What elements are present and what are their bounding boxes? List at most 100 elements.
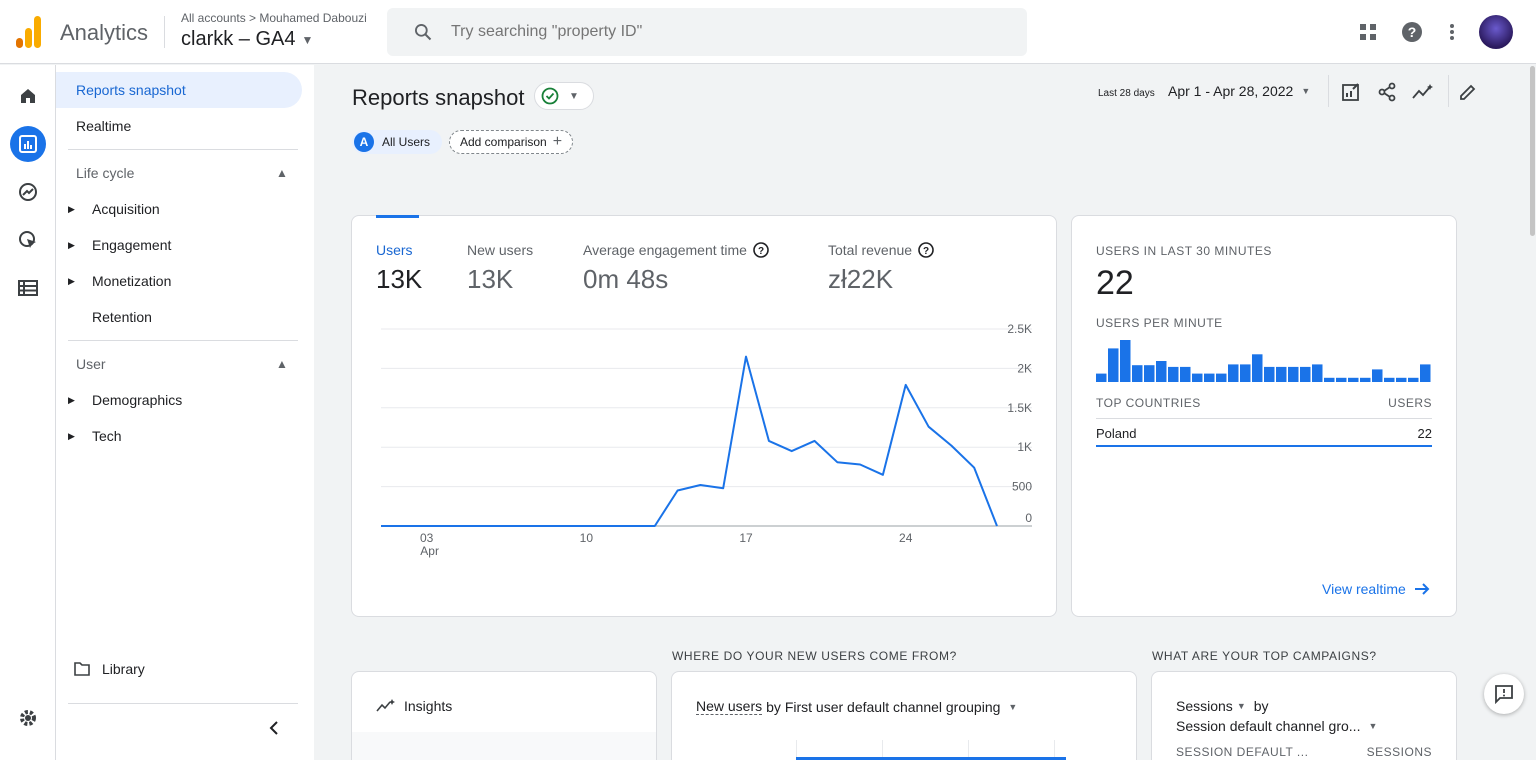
- chevron-up-icon[interactable]: ▲: [276, 357, 288, 371]
- edit-pencil-icon[interactable]: [1456, 80, 1480, 104]
- left-rail: [0, 65, 56, 760]
- series-line-users: [381, 355, 998, 527]
- reports-icon[interactable]: [10, 126, 46, 162]
- feedback-button[interactable]: [1484, 674, 1524, 714]
- realtime-title: USERS IN LAST 30 MINUTES: [1096, 244, 1272, 258]
- nav-item-library[interactable]: Library: [74, 661, 145, 677]
- minute-bar: [1252, 354, 1263, 382]
- breadcrumb-all-accounts[interactable]: All accounts: [181, 11, 246, 25]
- section-header-new-users: WHERE DO YOUR NEW USERS COME FROM?: [672, 649, 957, 663]
- expand-arrow-icon[interactable]: ▶: [68, 276, 75, 287]
- search-bar[interactable]: [387, 8, 1027, 56]
- expand-arrow-icon[interactable]: ▶: [68, 204, 75, 215]
- nav-item-engagement[interactable]: Engagement: [92, 237, 171, 253]
- dimension-selector[interactable]: by First user default channel grouping: [766, 699, 1000, 715]
- analytics-logo[interactable]: [16, 16, 42, 48]
- customize-report-icon[interactable]: [1339, 80, 1363, 104]
- scrollbar-thumb[interactable]: [1530, 66, 1535, 236]
- nav-item-monetization[interactable]: Monetization: [92, 273, 171, 289]
- all-users-chip[interactable]: A All Users: [352, 130, 443, 154]
- configure-icon[interactable]: [10, 270, 46, 306]
- metric-label: Total revenue: [828, 242, 913, 258]
- nav-item-acquisition[interactable]: Acquisition: [92, 201, 160, 217]
- nav-item-retention[interactable]: Retention: [92, 309, 152, 325]
- apps-grid-icon[interactable]: [1356, 20, 1380, 44]
- caret-down-icon: ▼: [1236, 701, 1246, 711]
- nav-divider: [68, 340, 298, 341]
- metric-tab-users[interactable]: Users: [376, 242, 413, 258]
- nav-section-lifecycle[interactable]: Life cycle: [76, 165, 134, 181]
- report-status-chip[interactable]: ▼: [534, 82, 594, 110]
- caret-down-icon: ▼: [1368, 721, 1378, 731]
- minute-bar: [1108, 348, 1119, 382]
- metric-tab-new-users[interactable]: New users: [467, 242, 533, 258]
- insights-title: Insights: [376, 698, 452, 714]
- arrow-right-icon: [1414, 583, 1430, 595]
- date-range-picker[interactable]: Apr 1 - Apr 28, 2022 ▼: [1168, 83, 1310, 99]
- per-minute-title: USERS PER MINUTE: [1096, 316, 1223, 330]
- header-divider: [1448, 75, 1449, 107]
- minute-bar: [1204, 373, 1215, 382]
- insights-body: [352, 732, 656, 760]
- nav-item-reports-snapshot[interactable]: Reports snapshot: [56, 72, 302, 108]
- x-tick-sublabel: Apr: [420, 544, 439, 558]
- page-title: Reports snapshot: [352, 85, 525, 110]
- minute-bar: [1264, 366, 1275, 382]
- caret-down-icon: ▼: [301, 32, 314, 47]
- campaigns-card: Sessions ▼ by Session default channel gr…: [1151, 671, 1457, 760]
- users-line-chart: 0 500 1K 1.5K 2K 2.5K 03Apr 10 17 24: [381, 322, 1032, 558]
- x-tick-label: 17: [739, 531, 753, 545]
- advertising-icon[interactable]: [10, 222, 46, 258]
- help-icon[interactable]: ?: [1400, 20, 1424, 44]
- sessions-metric-selector[interactable]: Sessions ▼ by: [1176, 698, 1269, 714]
- metric-selector[interactable]: New users: [696, 698, 763, 715]
- nav-item-demographics[interactable]: Demographics: [92, 392, 182, 408]
- expand-arrow-icon[interactable]: ▶: [68, 395, 75, 406]
- property-selector[interactable]: clarkk – GA4 ▼: [181, 28, 313, 51]
- share-icon[interactable]: [1375, 80, 1399, 104]
- column-header: SESSIONS: [1366, 745, 1432, 759]
- nav-item-realtime[interactable]: Realtime: [76, 118, 131, 134]
- explore-icon[interactable]: [10, 174, 46, 210]
- insights-card[interactable]: Insights: [351, 671, 657, 760]
- help-icon[interactable]: ?: [753, 242, 769, 258]
- settings-gear-icon[interactable]: [10, 700, 46, 736]
- minute-bar: [1336, 377, 1347, 382]
- expand-arrow-icon[interactable]: ▶: [68, 240, 75, 251]
- minute-bar: [1240, 364, 1251, 382]
- new-users-dimension-selector[interactable]: New users by First user default channel …: [696, 698, 1017, 715]
- minute-bar: [1228, 364, 1239, 382]
- add-comparison-label: Add comparison: [460, 135, 547, 149]
- property-name: clarkk – GA4: [181, 28, 296, 50]
- add-comparison-button[interactable]: Add comparison +: [449, 130, 574, 154]
- chevron-up-icon[interactable]: ▲: [276, 166, 288, 180]
- home-icon[interactable]: [10, 78, 46, 114]
- users-header: USERS: [1388, 396, 1432, 410]
- x-tick-label: 10: [580, 531, 594, 545]
- column-header: SESSION DEFAULT ...: [1176, 745, 1309, 759]
- view-realtime-link[interactable]: View realtime: [1322, 581, 1430, 597]
- metric-tab-total-revenue[interactable]: Total revenue ?: [828, 242, 934, 258]
- date-range-label: Last 28 days: [1098, 86, 1155, 101]
- breadcrumb[interactable]: All accounts > Mouhamed Dabouzi: [181, 11, 367, 25]
- metric-tab-avg-engagement[interactable]: Average engagement time ?: [583, 242, 769, 258]
- nav-item-tech[interactable]: Tech: [92, 428, 122, 444]
- plus-icon: +: [552, 133, 563, 150]
- avatar[interactable]: [1479, 15, 1513, 49]
- minute-bar: [1360, 377, 1371, 382]
- collapse-chevron-left-icon[interactable]: [268, 720, 284, 740]
- insights-sparkle-icon[interactable]: [1411, 80, 1435, 104]
- minute-bar: [1420, 364, 1431, 382]
- minute-bar: [1396, 377, 1407, 382]
- minute-bar: [1312, 364, 1323, 382]
- nav-section-user[interactable]: User: [76, 356, 106, 372]
- more-vert-icon[interactable]: [1440, 20, 1464, 44]
- help-icon[interactable]: ?: [918, 242, 934, 258]
- session-dimension-selector[interactable]: Session default channel gro... ▼: [1176, 718, 1377, 734]
- breadcrumb-account[interactable]: Mouhamed Dabouzi: [259, 11, 366, 25]
- minute-bar: [1180, 366, 1191, 382]
- search-icon: [415, 24, 432, 41]
- expand-arrow-icon[interactable]: ▶: [68, 431, 75, 442]
- search-input[interactable]: [451, 23, 971, 41]
- country-share-bar: [1096, 445, 1432, 447]
